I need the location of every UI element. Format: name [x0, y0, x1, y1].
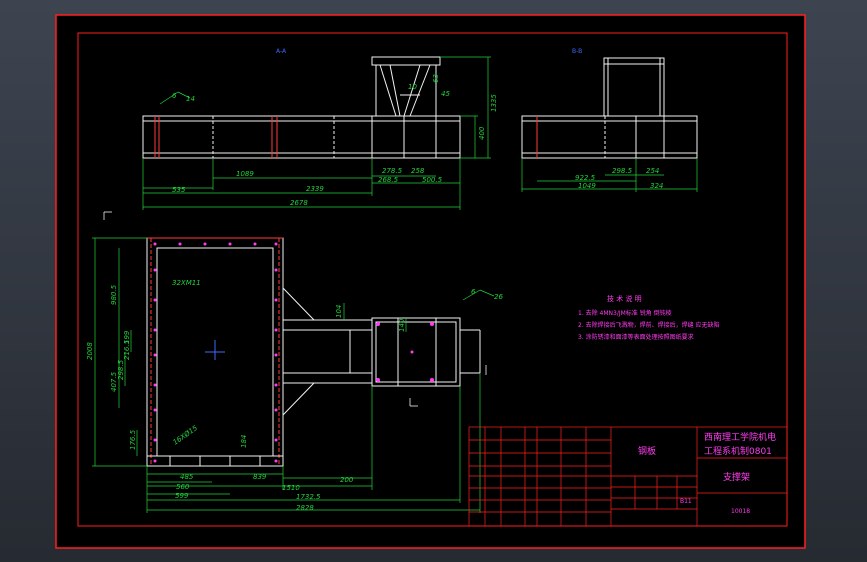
dim-2339: 2339: [306, 185, 324, 193]
drawing-sheet: [55, 14, 806, 549]
dim-1335: 1335: [490, 94, 498, 112]
dim-plan-104: 104: [335, 305, 343, 318]
plan-weld-symbol: 6: [471, 288, 476, 296]
tech-notes-title: 技 术 说 明: [607, 294, 642, 303]
dim-plan-199: 199: [123, 330, 131, 344]
dim-side-324: 324: [650, 182, 663, 190]
dim-500-5: 500.5: [422, 176, 443, 184]
dim-2678: 2678: [290, 199, 308, 207]
dim-side-254: 254: [646, 167, 659, 175]
dim-plan-176-5: 176.5: [129, 429, 137, 450]
dim-plan-1510: 1510: [282, 484, 300, 492]
dim-268-5: 268.5: [378, 176, 399, 184]
dim-side-298-5: 298.5: [612, 167, 633, 175]
dim-side-922-5: 922.5: [575, 174, 596, 182]
dim-plan-140: 140: [398, 318, 406, 332]
dim-plan-599: 599: [175, 492, 189, 500]
dim-10: 10: [408, 83, 417, 91]
dim-plan-298-5: 298.5: [117, 359, 125, 380]
plan-weld-size: 26: [494, 293, 503, 301]
dim-63: 63: [432, 74, 440, 83]
dim-plan-980-5: 980.5: [110, 284, 118, 305]
dim-plan-2008: 2008: [86, 342, 94, 360]
dim-400: 400: [478, 126, 486, 140]
tech-note-3: 3. 涂防锈漆和面漆等表面处理按照图纸要求: [578, 333, 694, 341]
dim-plan-1732-5: 1732.5: [296, 493, 321, 501]
dim-258: 258: [411, 167, 425, 175]
dim-278-5: 278.5: [382, 167, 403, 175]
part-name: 支撑架: [723, 471, 750, 483]
dim-plan-560: 560: [176, 483, 190, 491]
dim-1089: 1089: [236, 170, 254, 178]
cad-drawing: 535 1089 2339 2678 278.5 258 268.5 500.5…: [55, 14, 806, 549]
dim-plan-485: 485: [180, 473, 194, 481]
weld-size: 14: [186, 95, 195, 103]
dim-side-1049: 1049: [578, 182, 596, 190]
view-label-front: A-A: [276, 48, 287, 55]
holes-label-1: 32XM11: [172, 279, 201, 287]
weld-symbol: 6: [172, 92, 177, 100]
school-name: 西南理工学院机电: [704, 431, 776, 443]
tech-note-2: 2. 去除焊接后飞溅物，焊前、焊接后，焊缝 应无缺陷: [578, 321, 720, 329]
dim-45: 45: [441, 90, 450, 98]
title-tag: B11: [680, 498, 692, 505]
cad-viewport: 535 1089 2339 2678 278.5 258 268.5 500.5…: [0, 0, 867, 562]
view-label-side: B-B: [572, 48, 582, 55]
material-label: 钢板: [638, 445, 656, 457]
dim-535: 535: [172, 186, 186, 194]
dim-plan-200: 200: [340, 476, 354, 484]
tech-note-1: 1. 去除 4MN3/JM标准 锐角 倒钝棱: [578, 309, 672, 317]
dim-plan-2828: 2828: [296, 504, 314, 512]
dim-plan-184: 184: [240, 435, 248, 448]
drawing-number: 10018: [731, 508, 750, 515]
department-name: 工程系机制0801: [704, 445, 772, 457]
dim-plan-839: 839: [253, 473, 267, 481]
